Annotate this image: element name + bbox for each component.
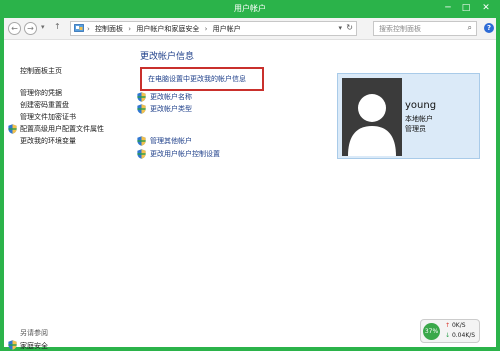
address-bar[interactable]: › 控制面板 › 用户帐户和家庭安全 › 用户帐户 ▾ ↻ (70, 21, 357, 36)
sidebar-item-file-encryption-certificates[interactable]: 管理文件加密证书 (20, 112, 76, 122)
maximize-button[interactable]: □ (458, 2, 474, 14)
uac-shield-icon (137, 92, 146, 102)
change-account-type-link[interactable]: 更改帐户类型 (150, 104, 192, 114)
sidebar-item-environment-variables[interactable]: 更改我的环境变量 (20, 136, 76, 146)
network-speed-widget[interactable]: 37% ↑ 0K/S ↓ 0.04K/S (420, 319, 480, 343)
download-speed-value: 0.04K/S (451, 332, 476, 339)
page-title: 更改帐户信息 (140, 52, 195, 62)
manage-other-accounts-link[interactable]: 管理其他帐户 (150, 136, 192, 146)
breadcrumb-user-accounts-family[interactable]: 用户帐户和家庭安全 (136, 25, 199, 33)
sidebar-item-home[interactable]: 控制面板主页 (20, 66, 62, 76)
user-avatar-icon (348, 94, 396, 156)
refresh-icon[interactable]: ↻ (346, 23, 353, 32)
search-icon[interactable]: ⌕ (468, 23, 472, 33)
back-button[interactable]: ← (8, 22, 21, 35)
upload-arrow-icon: ↑ (445, 322, 451, 329)
breadcrumb-user-accounts[interactable]: 用户帐户 (213, 25, 241, 33)
baidu-watermark: Bai du (385, 300, 450, 321)
control-panel-content: ← → ▾ ↑ › 控制面板 › 用户帐户和家庭安全 › 用户帐户 ▾ ↻ 搜索… (4, 18, 496, 350)
sidebar-item-password-reset-disk[interactable]: 创建密码重置盘 (20, 100, 69, 110)
account-card: young 本地帐户 管理员 (337, 73, 480, 159)
uac-shield-icon (8, 340, 17, 350)
network-usage-percent: 37% (423, 323, 440, 340)
avatar (342, 78, 402, 156)
breadcrumb-separator: › (128, 25, 132, 33)
back-arrow-icon: ← (11, 24, 18, 33)
upload-speed-value: 0K/S (451, 322, 466, 329)
download-speed: ↓ 0.04K/S (445, 332, 475, 339)
up-button[interactable]: ↑ (54, 22, 61, 31)
address-dropdown-button[interactable]: ▾ (338, 24, 342, 32)
search-placeholder: 搜索控制面板 (379, 25, 421, 33)
uac-settings-link[interactable]: 更改用户帐户控制设置 (150, 149, 220, 159)
account-role: 管理员 (405, 125, 426, 133)
sidebar-item-manage-credentials[interactable]: 管理你的凭据 (20, 88, 62, 98)
uac-shield-icon (137, 149, 146, 159)
recent-pages-dropdown[interactable]: ▾ (41, 23, 45, 31)
see-also-heading: 另请参阅 (20, 329, 48, 337)
forward-button[interactable]: → (24, 22, 37, 35)
pc-settings-account-link[interactable]: 在电脑设置中更改我的帐户信息 (148, 74, 246, 84)
help-icon[interactable]: ? (484, 23, 494, 33)
sidebar-item-family-safety[interactable]: 家庭安全 (20, 341, 48, 351)
upload-speed: ↑ 0K/S (445, 322, 466, 329)
breadcrumb: › 控制面板 › 用户帐户和家庭安全 › 用户帐户 (87, 24, 244, 34)
control-panel-icon (74, 24, 84, 32)
title-bar: 用户帐户 ─ □ ✕ (0, 0, 500, 18)
window: 用户帐户 ─ □ ✕ ← → ▾ ↑ › 控制面板 › 用户帐户和家庭安全 › … (0, 0, 500, 351)
download-arrow-icon: ↓ (445, 332, 451, 339)
sidebar-item-advanced-profile-properties[interactable]: 配置高级用户配置文件属性 (20, 124, 104, 134)
change-account-name-link[interactable]: 更改帐户名称 (150, 92, 192, 102)
navigation-bar: ← → ▾ ↑ › 控制面板 › 用户帐户和家庭安全 › 用户帐户 ▾ ↻ 搜索… (4, 18, 496, 40)
window-title: 用户帐户 (234, 4, 266, 13)
account-type: 本地帐户 (405, 115, 433, 123)
uac-shield-icon (8, 124, 17, 134)
minimize-button[interactable]: ─ (440, 2, 456, 14)
close-button[interactable]: ✕ (478, 2, 494, 14)
breadcrumb-separator: › (87, 25, 90, 33)
breadcrumb-separator: › (204, 25, 208, 33)
forward-arrow-icon: → (27, 24, 34, 33)
account-name: young (405, 100, 437, 111)
uac-shield-icon (137, 104, 146, 114)
uac-shield-icon (137, 136, 146, 146)
sidebar: 控制面板主页 管理你的凭据 创建密码重置盘 管理文件加密证书 配置高级用户配置文… (4, 40, 130, 350)
breadcrumb-control-panel[interactable]: 控制面板 (95, 25, 123, 33)
search-box[interactable]: 搜索控制面板 ⌕ (373, 21, 477, 36)
